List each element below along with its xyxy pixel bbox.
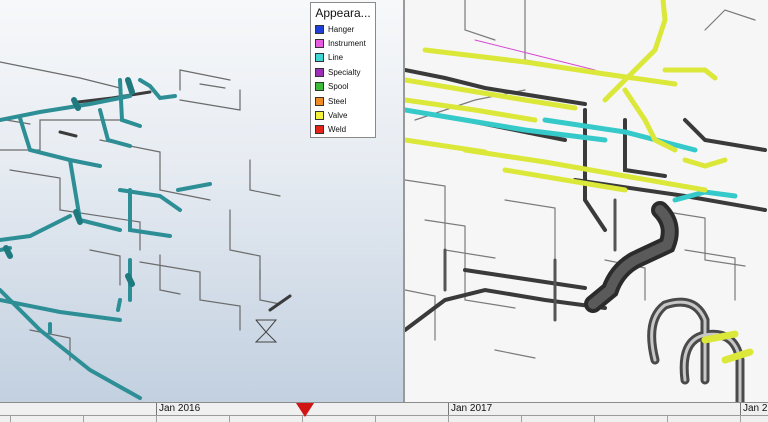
current-time-marker[interactable]: [296, 403, 314, 417]
month-tick: [229, 415, 230, 422]
legend-item-steel[interactable]: Steel: [311, 94, 375, 108]
right-3d-viewport[interactable]: [405, 0, 768, 402]
month-tick: [448, 415, 449, 422]
month-tick: [521, 415, 522, 422]
legend-swatch: [315, 24, 324, 34]
legend-swatch: [315, 96, 324, 106]
legend-swatch: [315, 111, 324, 121]
legend-item-hanger[interactable]: Hanger: [311, 22, 375, 36]
legend-label: Steel: [328, 96, 347, 106]
timeline-year-2017: Jan 2017: [448, 403, 492, 415]
left-3d-viewport[interactable]: Appeara... Hanger Instrument Line Specia…: [0, 0, 403, 402]
legend-label: Valve: [328, 111, 348, 121]
month-tick: [10, 415, 11, 422]
legend-swatch: [315, 39, 324, 49]
month-tick: [83, 415, 84, 422]
legend-label: Spool: [328, 82, 349, 92]
legend-label: Instrument: [328, 39, 366, 49]
legend-item-instrument[interactable]: Instrument: [311, 36, 375, 50]
month-tick: [594, 415, 595, 422]
legend-item-specialty[interactable]: Specialty: [311, 65, 375, 79]
legend-swatch: [315, 67, 324, 77]
legend-swatch: [315, 82, 324, 92]
legend-label: Weld: [328, 125, 347, 135]
timeline-months-row: [0, 415, 768, 422]
legend-swatch: [315, 53, 324, 63]
legend-label: Specialty: [328, 67, 361, 77]
right-piping-model: [405, 0, 767, 402]
timeline-year-2016: Jan 2016: [156, 403, 200, 415]
month-tick: [375, 415, 376, 422]
legend-item-weld[interactable]: Weld: [311, 123, 375, 137]
timeline-bar[interactable]: Jan 2016 Jan 2017 Jan 2: [0, 402, 768, 422]
legend-item-spool[interactable]: Spool: [311, 80, 375, 94]
month-tick: [156, 415, 157, 422]
legend-item-line[interactable]: Line: [311, 51, 375, 65]
timeline-year-next: Jan 2: [740, 403, 767, 415]
appearance-legend: Appeara... Hanger Instrument Line Specia…: [310, 2, 376, 138]
month-tick: [667, 415, 668, 422]
legend-label: Hanger: [328, 24, 355, 34]
legend-title: Appeara...: [315, 6, 371, 20]
legend-item-valve[interactable]: Valve: [311, 108, 375, 122]
legend-label: Line: [328, 53, 344, 63]
month-tick: [740, 415, 741, 422]
legend-swatch: [315, 125, 324, 135]
